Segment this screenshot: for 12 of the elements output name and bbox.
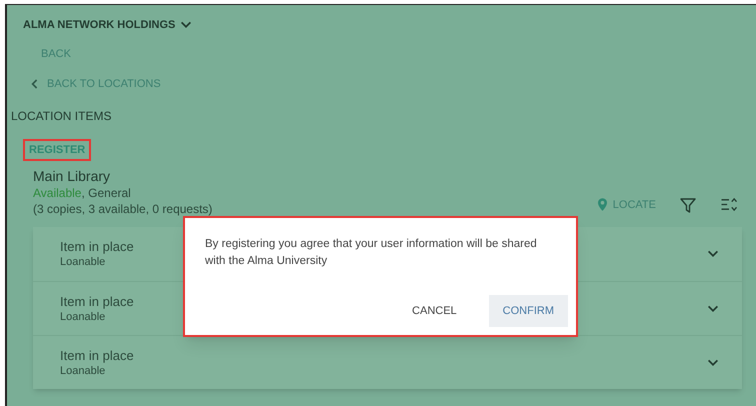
item-status: Item in place bbox=[60, 238, 134, 255]
collection-name: , General bbox=[81, 185, 131, 201]
item-status: Item in place bbox=[60, 292, 134, 310]
copies-summary: (3 copies, 3 available, 0 requests) bbox=[33, 201, 212, 217]
item-status: Item in place bbox=[60, 346, 134, 364]
availability-status: Available bbox=[33, 185, 82, 201]
item-policy: Loanable bbox=[60, 310, 106, 324]
item-policy: Loanable bbox=[60, 364, 106, 378]
location-name: Main Library bbox=[33, 167, 112, 185]
section-title: LOCATION ITEMS bbox=[11, 108, 112, 124]
dialog-message: By registering you agree that your user information will be shared with the Alma University bbox=[205, 237, 538, 269]
item-policy: Loanable bbox=[60, 255, 106, 270]
